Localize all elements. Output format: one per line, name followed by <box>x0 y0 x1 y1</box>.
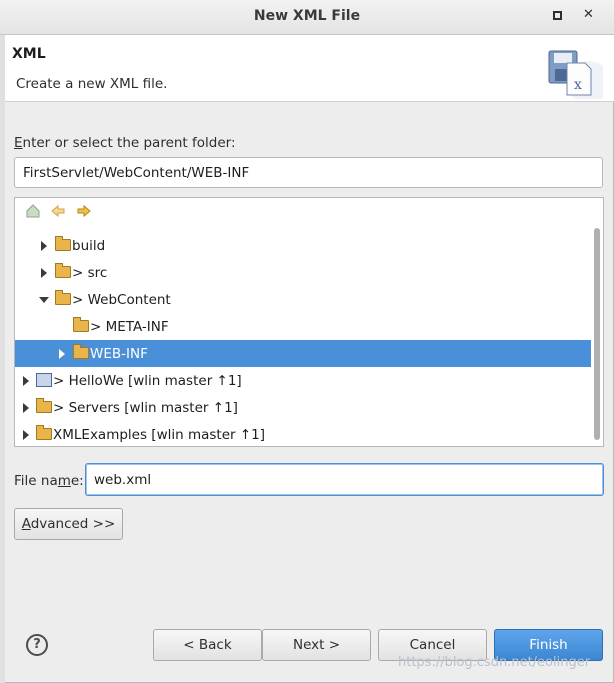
folder-icon <box>73 317 89 332</box>
watermark: https://blog.csdn.net/eolinger <box>398 655 591 670</box>
tree-item-hellowe[interactable]: > HelloWe [wlin master ↑1] <box>15 367 591 394</box>
folder-icon <box>73 344 89 359</box>
wizard-banner: XML Create a new XML file. x <box>5 35 614 102</box>
maximize-icon[interactable] <box>553 11 562 20</box>
parent-folder-input[interactable] <box>14 157 603 188</box>
tree-item-label: > HelloWe [wlin master ↑1] <box>53 373 242 389</box>
expand-arrow-icon[interactable] <box>23 430 29 440</box>
tree-item-build[interactable]: build <box>15 232 591 259</box>
wizard-title: XML <box>12 46 46 62</box>
tree-item-label: > META-INF <box>90 319 169 335</box>
close-icon[interactable]: ✕ <box>583 8 594 21</box>
advanced-button[interactable]: Advanced >> <box>14 508 123 540</box>
folder-tree[interactable]: build > src > WebContent > META-INF WEB-… <box>14 197 604 447</box>
tree-scrollbar[interactable] <box>594 228 600 440</box>
folder-icon <box>55 236 71 251</box>
tree-item-webcontent[interactable]: > WebContent <box>15 286 591 313</box>
collapse-arrow-icon[interactable] <box>39 297 49 303</box>
folder-icon <box>55 290 71 305</box>
tree-item-web-inf[interactable]: WEB-INF <box>15 340 591 367</box>
project-icon <box>36 373 52 387</box>
next-button[interactable]: Next > <box>262 629 371 661</box>
expand-arrow-icon[interactable] <box>41 241 47 251</box>
window-title: New XML File <box>253 8 361 24</box>
tree-item-label: WEB-INF <box>90 346 148 362</box>
new-xml-file-dialog: New XML File ✕ XML Create a new XML file… <box>0 0 614 683</box>
tree-item-src[interactable]: > src <box>15 259 591 286</box>
parent-folder-label: Enter or select the parent folder: <box>14 135 236 151</box>
svg-text:x: x <box>574 77 582 93</box>
tree-item-label: > src <box>72 265 108 281</box>
tree-item-label: > Servers [wlin master ↑1] <box>53 400 238 416</box>
xml-file-wizard-icon: x <box>548 50 603 99</box>
tree-toolbar <box>15 198 603 224</box>
back-arrow-icon[interactable] <box>50 203 66 219</box>
title-bar[interactable]: New XML File ✕ <box>0 0 614 35</box>
expand-arrow-icon[interactable] <box>59 349 65 359</box>
back-button[interactable]: < Back <box>153 629 262 661</box>
project-folder-icon <box>36 425 52 440</box>
expand-arrow-icon[interactable] <box>23 403 29 413</box>
expand-arrow-icon[interactable] <box>41 268 47 278</box>
source-folder-icon <box>55 263 71 278</box>
wizard-description: Create a new XML file. <box>16 76 168 92</box>
forward-arrow-icon[interactable] <box>76 203 92 219</box>
tree-item-label: XMLExamples [wlin master ↑1] <box>53 427 266 443</box>
file-name-label: File name: <box>14 473 84 489</box>
window-border <box>0 35 5 683</box>
expand-arrow-icon[interactable] <box>23 376 29 386</box>
project-folder-icon <box>36 398 52 413</box>
tree-item-xmlexamples[interactable]: XMLExamples [wlin master ↑1] <box>15 421 591 446</box>
tree-item-label: build <box>72 238 106 254</box>
tree-item-meta-inf[interactable]: > META-INF <box>15 313 591 340</box>
help-icon[interactable]: ? <box>26 634 48 656</box>
tree-item-servers[interactable]: > Servers [wlin master ↑1] <box>15 394 591 421</box>
tree-item-label: > WebContent <box>72 292 171 308</box>
home-icon[interactable] <box>25 203 41 219</box>
file-name-input[interactable] <box>85 463 604 496</box>
